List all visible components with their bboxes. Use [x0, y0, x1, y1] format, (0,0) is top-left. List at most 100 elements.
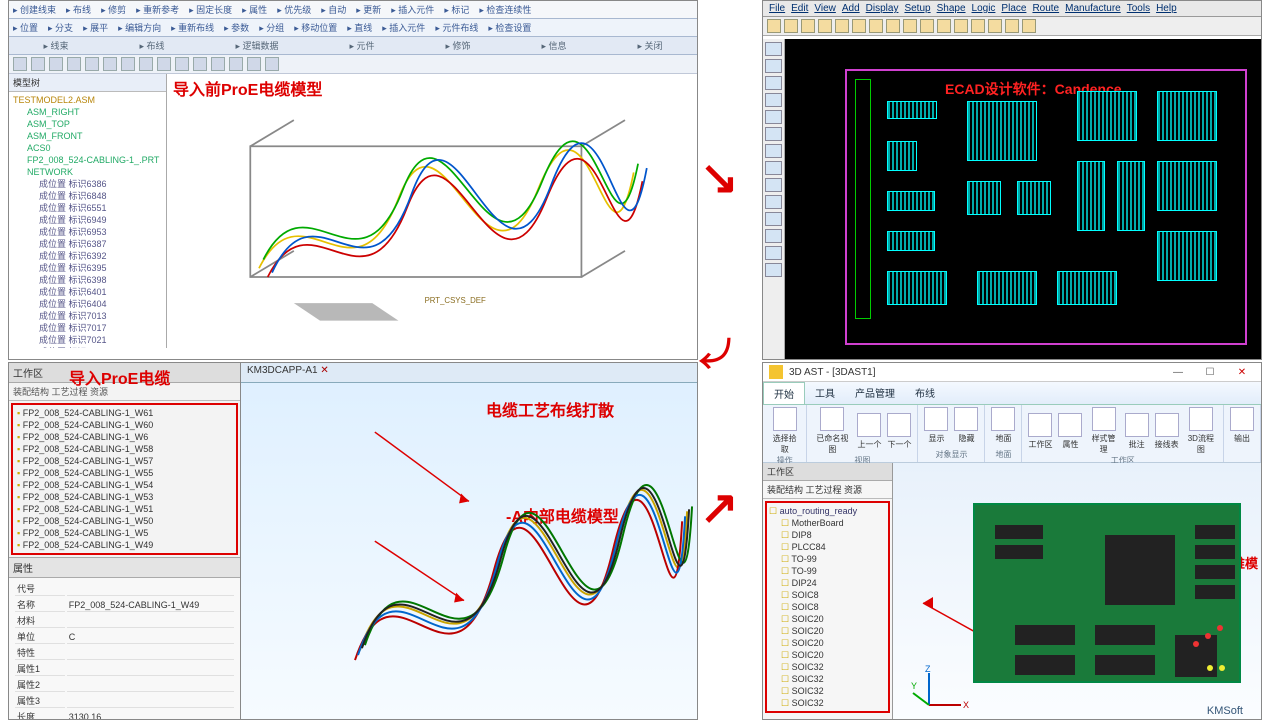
- ribbon-cmd[interactable]: ▸ 重新布线: [171, 21, 214, 34]
- ribbon-cmd[interactable]: ▸ 移动位置: [294, 21, 337, 34]
- tool-icon[interactable]: [765, 178, 782, 192]
- tool-icon[interactable]: [139, 57, 153, 71]
- menu-item[interactable]: Shape: [937, 3, 966, 14]
- ast-ribbon[interactable]: 选择拾取操作已命名视图上一个下一个视图显示隐藏对象显示地面地面工作区属性样式管理…: [763, 405, 1261, 463]
- ribbon-button[interactable]: 显示: [924, 407, 948, 444]
- proe-quick-toolbar[interactable]: [9, 55, 697, 74]
- list-item[interactable]: FP2_008_524-CABLING-1_W5: [17, 527, 234, 539]
- property-grid[interactable]: 属性 代号名称FP2_008_524-CABLING-1_W49材料单位C特性属…: [9, 557, 240, 720]
- tool-icon[interactable]: [765, 59, 782, 73]
- tool-icon[interactable]: [765, 144, 782, 158]
- ribbon-cmd[interactable]: ▸ 元件布线: [435, 21, 478, 34]
- ribbon-button[interactable]: 3D流程图: [1185, 407, 1217, 455]
- tool-icon[interactable]: [13, 57, 27, 71]
- ribbon-cmd[interactable]: ▸ 逻辑数据: [235, 39, 278, 52]
- tool-icon[interactable]: [765, 110, 782, 124]
- proe-3d-view[interactable]: 导入前ProE电缆模型 PRT_CSYS_DEF: [167, 74, 697, 348]
- tab[interactable]: 开始: [763, 382, 805, 404]
- list-item[interactable]: FP2_008_524-CABLING-1_W57: [17, 455, 234, 467]
- ribbon-cmd[interactable]: ▸ 优先级: [277, 3, 311, 16]
- ribbon-button[interactable]: 工作区: [1028, 413, 1052, 450]
- prop-val[interactable]: [67, 582, 234, 596]
- tool-icon[interactable]: [869, 19, 883, 33]
- tool-icon[interactable]: [1005, 19, 1019, 33]
- ribbon-button[interactable]: 接线表: [1155, 413, 1179, 450]
- document-tab[interactable]: KM3DCAPP-A1 ✕: [241, 363, 697, 383]
- ribbon-cmd[interactable]: ▸ 插入元件: [382, 21, 425, 34]
- list-item[interactable]: MotherBoard: [769, 517, 886, 529]
- km3d-tree-pane[interactable]: 工作区 导入ProE电缆 装配结构 工艺过程 资源 FP2_008_524-CA…: [9, 363, 241, 719]
- tree-item[interactable]: 成位置 标识7017: [13, 322, 166, 334]
- list-item[interactable]: TO-99: [769, 565, 886, 577]
- menu-item[interactable]: Tools: [1127, 3, 1150, 14]
- tool-icon[interactable]: [765, 246, 782, 260]
- ribbon-cmd[interactable]: ▸ 位置: [13, 21, 38, 34]
- tree-item[interactable]: 成位置 标识6398: [13, 274, 166, 286]
- list-item[interactable]: SOIC8: [769, 601, 886, 613]
- ribbon-cmd[interactable]: ▸ 重新参考: [136, 3, 179, 16]
- ribbon-button[interactable]: 选择拾取: [769, 407, 800, 455]
- list-item[interactable]: PLCC84: [769, 541, 886, 553]
- ribbon-cmd[interactable]: ▸ 展平: [83, 21, 108, 34]
- tool-icon[interactable]: [765, 76, 782, 90]
- ribbon-cmd[interactable]: ▸ 插入元件: [391, 3, 434, 16]
- ribbon-cmd[interactable]: ▸ 属性: [242, 3, 267, 16]
- tool-icon[interactable]: [971, 19, 985, 33]
- ribbon-cmd[interactable]: ▸ 信息: [541, 39, 566, 52]
- ribbon-icon[interactable]: [1189, 407, 1213, 431]
- prop-val[interactable]: 3130.16: [67, 710, 234, 720]
- ribbon-button[interactable]: 批注: [1125, 413, 1149, 450]
- ribbon-icon[interactable]: [773, 407, 797, 431]
- tool-icon[interactable]: [920, 19, 934, 33]
- ribbon-cmd[interactable]: ▸ 检查连续性: [479, 3, 531, 16]
- tool-icon[interactable]: [49, 57, 63, 71]
- list-item[interactable]: SOIC32: [769, 697, 886, 709]
- tab[interactable]: 工具: [805, 382, 845, 404]
- list-item[interactable]: FP2_008_524-CABLING-1_W50: [17, 515, 234, 527]
- minimize-button[interactable]: —: [1165, 367, 1191, 378]
- tree-item[interactable]: NETWORK: [13, 166, 166, 178]
- list-item[interactable]: FP2_008_524-CABLING-1_W54: [17, 479, 234, 491]
- tool-icon[interactable]: [265, 57, 279, 71]
- tree-item[interactable]: 成位置 标识7013: [13, 310, 166, 322]
- prop-val[interactable]: FP2_008_524-CABLING-1_W49: [67, 598, 234, 612]
- ribbon-cmd[interactable]: ▸ 编辑方向: [118, 21, 161, 34]
- tool-icon[interactable]: [835, 19, 849, 33]
- prop-val[interactable]: [67, 646, 234, 660]
- tool-icon[interactable]: [765, 195, 782, 209]
- tree-item[interactable]: ACS0: [13, 142, 166, 154]
- list-item[interactable]: SOIC20: [769, 613, 886, 625]
- tool-icon[interactable]: [85, 57, 99, 71]
- ribbon-cmd[interactable]: ▸ 分组: [259, 21, 284, 34]
- km3d-3d-view[interactable]: 电缆工艺布线打散 -A内部电缆模型: [241, 383, 697, 719]
- ribbon-cmd[interactable]: ▸ 布线: [139, 39, 164, 52]
- menu-item[interactable]: Manufacture: [1065, 3, 1121, 14]
- ribbon-icon[interactable]: [1092, 407, 1116, 431]
- menu-item[interactable]: Route: [1032, 3, 1059, 14]
- ast-tree-pane[interactable]: 工作区 装配结构 工艺过程 资源 auto_routing_ready Moth…: [763, 463, 893, 720]
- ribbon-icon[interactable]: [1028, 413, 1052, 437]
- tree-item[interactable]: 成位置 标识6401: [13, 286, 166, 298]
- prop-val[interactable]: [67, 662, 234, 676]
- tab[interactable]: 产品管理: [845, 382, 905, 404]
- tool-icon[interactable]: [175, 57, 189, 71]
- ast-tabbar[interactable]: 开始工具产品管理布线: [763, 382, 1261, 405]
- tool-icon[interactable]: [103, 57, 117, 71]
- menu-item[interactable]: Place: [1001, 3, 1026, 14]
- ribbon-icon[interactable]: [954, 407, 978, 431]
- tree-item[interactable]: 成位置 标识6551: [13, 202, 166, 214]
- tree-item[interactable]: 成位置 标识6848: [13, 190, 166, 202]
- tree-item[interactable]: 成位置 标识6392: [13, 250, 166, 262]
- ribbon-cmd[interactable]: ▸ 参数: [224, 21, 249, 34]
- tool-icon[interactable]: [784, 19, 798, 33]
- tool-icon[interactable]: [886, 19, 900, 33]
- cable-list[interactable]: FP2_008_524-CABLING-1_W61FP2_008_524-CAB…: [11, 403, 238, 555]
- list-item[interactable]: SOIC20: [769, 625, 886, 637]
- tree-item[interactable]: 成位置 标识7025: [13, 346, 166, 348]
- tree-item[interactable]: 成位置 标识6953: [13, 226, 166, 238]
- ribbon-cmd[interactable]: ▸ 直线: [347, 21, 372, 34]
- maximize-button[interactable]: ☐: [1197, 367, 1223, 378]
- close-button[interactable]: ✕: [1229, 367, 1255, 378]
- model-tree-pane[interactable]: 模型树 TESTMODEL2.ASMASM_RIGHTASM_TOPASM_FR…: [9, 74, 167, 348]
- ribbon-button[interactable]: 已命名视图: [813, 407, 851, 455]
